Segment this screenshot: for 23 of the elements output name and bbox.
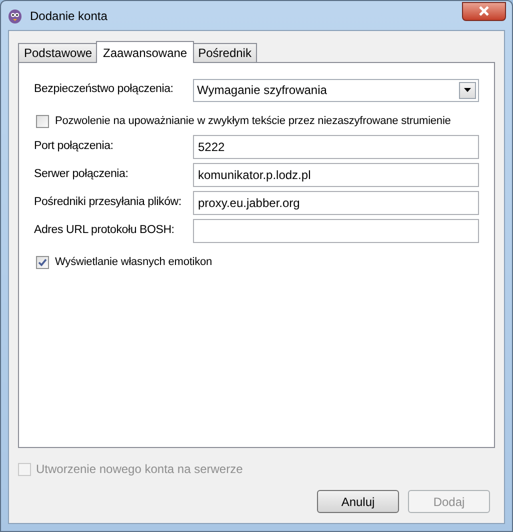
field-label: Serwer połączenia: <box>34 167 130 182</box>
tab[interactable]: Podstawowe <box>18 43 98 62</box>
app-icon <box>7 8 23 24</box>
close-button[interactable] <box>462 2 506 20</box>
tab[interactable]: Zaawansowane <box>96 41 194 63</box>
checkbox-label: Wyświetlanie własnych emotikon <box>55 255 212 270</box>
field-label: Bezpieczeństwo połączenia: <box>34 82 174 98</box>
field-label: Pośredniki przesyłania plików: <box>34 195 182 210</box>
checkbox[interactable] <box>36 115 49 128</box>
dialog-button[interactable]: Anuluj <box>317 490 399 513</box>
field-label: Port połączenia: <box>34 139 114 154</box>
input-field[interactable] <box>193 219 479 243</box>
tab[interactable]: Pośrednik <box>192 43 258 62</box>
input-field[interactable]: komunikator.p.lodz.pl <box>193 163 479 187</box>
close-icon[interactable] <box>478 6 490 16</box>
input-field[interactable]: 5222 <box>193 135 479 159</box>
checkbox[interactable] <box>36 256 49 269</box>
window-title: Dodanie konta <box>30 8 108 24</box>
checkbox-label: Pozwolenie na upoważnianie w zwykłym tekście przez niezaszyfrowane strumienie <box>55 114 451 130</box>
dropdown[interactable]: Wymaganie szyfrowania <box>193 78 479 102</box>
checkbox-label: Utworzenie nowego konta na serwerze <box>36 461 243 478</box>
input-field[interactable]: proxy.eu.jabber.org <box>193 191 479 215</box>
field-label: Adres URL protokołu BOSH: <box>34 223 176 238</box>
